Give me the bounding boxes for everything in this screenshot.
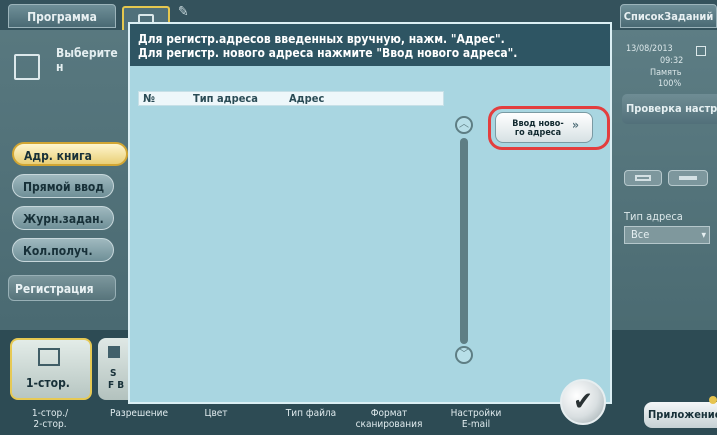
dialog-message-line1: Для регистр.адресов введенных вручную, н…	[138, 32, 505, 46]
register-button[interactable]: Регистрация	[8, 275, 116, 301]
scrollbar-track[interactable]	[460, 138, 468, 344]
tab-resolution-line1: Разрешение	[109, 408, 168, 419]
duplex-icon	[38, 348, 60, 366]
tab-duplex-line1: 1-стор./	[31, 408, 69, 419]
document-icon	[14, 54, 40, 80]
recipient-count-button[interactable]: Кол.получ.	[12, 238, 114, 262]
tab-email-settings-line1: Настройки	[450, 408, 502, 419]
status-dot	[709, 396, 717, 404]
address-table-header: № Тип адреса Адрес	[138, 91, 444, 106]
grid-view-button[interactable]	[624, 170, 662, 186]
tab-duplex[interactable]: 1-стор./ 2-стор.	[24, 408, 76, 430]
duplex-value: 1-стор.	[26, 376, 70, 390]
scroll-down-icon[interactable]: ﹀	[455, 346, 473, 364]
address-type-label: Тип адреса	[624, 210, 683, 223]
date-text: 13/08/2013	[626, 44, 673, 54]
col-address-type: Тип адреса	[193, 92, 258, 105]
duplex-tile[interactable]: 1-стор.	[10, 338, 92, 400]
new-address-label-2: го адреса	[514, 128, 562, 138]
program-tab[interactable]: Программа	[8, 4, 116, 28]
address-book-button[interactable]: Адр. книга	[12, 142, 128, 166]
grid-icon	[635, 175, 651, 181]
tab-color[interactable]: Цвет	[196, 408, 236, 419]
job-log-button[interactable]: Журн.задан.	[12, 206, 114, 230]
app-frame: Программа ✎ СписокЗаданий Выберите н Адр…	[0, 0, 717, 435]
tab-file-type[interactable]: Тип файла	[276, 408, 346, 419]
address-type-select[interactable]: Все ▾	[624, 226, 710, 244]
resolution-partial-2: F B	[108, 380, 125, 391]
resolution-partial-1: S	[110, 368, 117, 379]
dialog-message: Для регистр.адресов введенных вручную, н…	[130, 24, 610, 66]
tab-scan-format[interactable]: Формат сканирования	[350, 408, 428, 430]
address-dialog: Для регистр.адресов введенных вручную, н…	[128, 22, 612, 425]
new-address-button[interactable]: Ввод ново- го адреса »	[495, 112, 593, 143]
job-list-button[interactable]: СписокЗаданий	[620, 4, 717, 28]
tab-scan-format-line2: сканирования	[355, 419, 423, 430]
tab-color-line1: Цвет	[204, 408, 228, 419]
list-icon	[679, 176, 697, 180]
applications-button[interactable]: Приложение	[644, 402, 717, 428]
col-number: №	[143, 92, 155, 105]
time-text: 09:32	[660, 56, 684, 66]
tab-resolution[interactable]: Разрешение	[104, 408, 174, 419]
dialog-message-line2: Для регистр. нового адреса нажмите "Ввод…	[138, 46, 518, 60]
resolution-tile[interactable]: S F B	[98, 338, 128, 400]
double-arrow-icon: »	[572, 118, 579, 132]
tab-email-settings-line2: E-mail	[461, 419, 491, 430]
right-panel: 13/08/2013 09:32 Память 100% Проверка на…	[612, 30, 717, 360]
tab-email-settings[interactable]: Настройки E-mail	[446, 408, 506, 430]
resolution-icon	[108, 346, 120, 358]
address-type-value: Все	[631, 228, 650, 241]
list-view-button[interactable]	[668, 170, 708, 186]
left-panel: Выберите н Адр. книга Прямой ввод Журн.з…	[0, 30, 128, 330]
col-address: Адрес	[289, 92, 325, 105]
select-hint: Выберите н	[56, 46, 118, 74]
tab-scan-format-line1: Формат	[370, 408, 408, 419]
memory-icon	[696, 46, 706, 56]
chevron-down-icon: ▾	[701, 230, 706, 241]
tab-file-type-line1: Тип файла	[285, 408, 337, 419]
memory-value: 100%	[658, 79, 682, 89]
scroll-up-icon[interactable]: ︿	[455, 116, 473, 134]
direct-input-button[interactable]: Прямой ввод	[12, 174, 114, 198]
check-settings-button[interactable]: Проверка настро	[622, 94, 717, 124]
tab-duplex-line2: 2-стор.	[33, 419, 67, 430]
memory-label: Память	[650, 68, 682, 78]
ok-button[interactable]: ✔	[560, 379, 606, 425]
